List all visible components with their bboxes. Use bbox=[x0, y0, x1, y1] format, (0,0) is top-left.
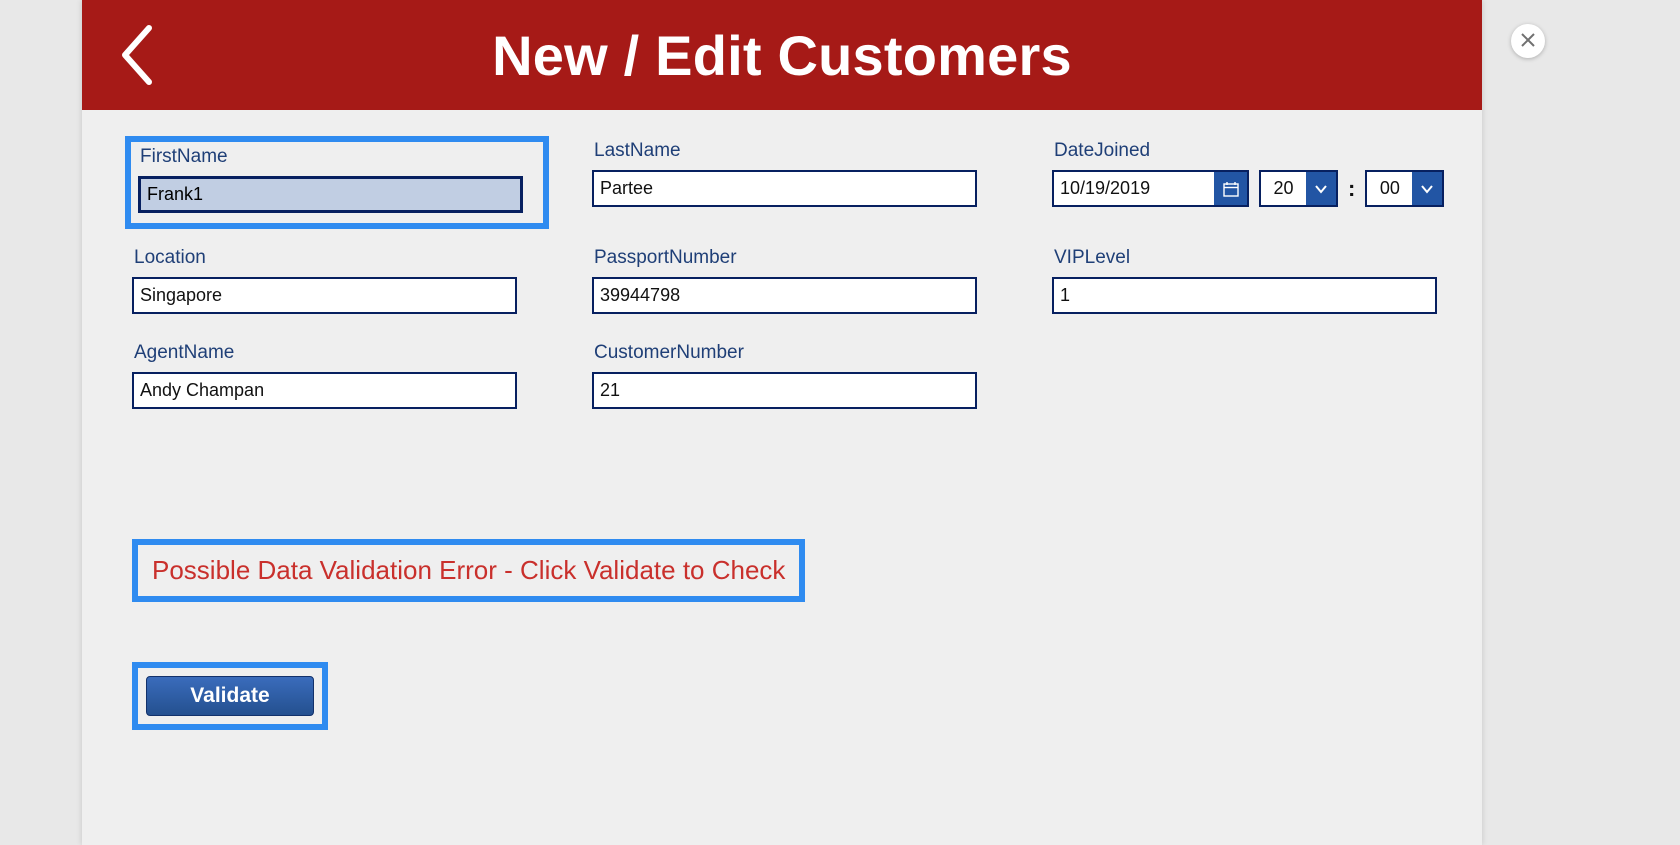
validate-button[interactable]: Validate bbox=[146, 676, 314, 716]
header-bar: New / Edit Customers bbox=[82, 0, 1482, 110]
customernumber-input[interactable] bbox=[592, 372, 977, 409]
lastname-input[interactable] bbox=[592, 170, 977, 207]
viplevel-label: VIPLevel bbox=[1052, 247, 1462, 269]
hour-select[interactable]: 20 bbox=[1259, 170, 1338, 207]
agentname-label: AgentName bbox=[132, 342, 542, 364]
validation-banner: Possible Data Validation Error - Click V… bbox=[132, 539, 805, 602]
agentname-input[interactable] bbox=[132, 372, 517, 409]
passportnumber-label: PassportNumber bbox=[592, 247, 1002, 269]
validation-message: Possible Data Validation Error - Click V… bbox=[152, 555, 785, 585]
location-input[interactable] bbox=[132, 277, 517, 314]
lastname-label: LastName bbox=[592, 140, 1002, 162]
back-button[interactable] bbox=[112, 19, 162, 91]
minute-value: 00 bbox=[1367, 172, 1412, 205]
firstname-highlight: FirstName bbox=[125, 136, 549, 229]
location-label: Location bbox=[132, 247, 542, 269]
passportnumber-input[interactable] bbox=[592, 277, 977, 314]
minute-select[interactable]: 00 bbox=[1365, 170, 1444, 207]
datejoined-date-picker[interactable]: 10/19/2019 bbox=[1052, 170, 1249, 207]
firstname-input[interactable] bbox=[138, 176, 523, 213]
chevron-down-icon bbox=[1412, 172, 1442, 205]
chevron-down-icon bbox=[1306, 172, 1336, 205]
validate-highlight: Validate bbox=[132, 662, 328, 730]
close-icon bbox=[1521, 31, 1535, 52]
time-colon: : bbox=[1348, 176, 1355, 202]
customernumber-label: CustomerNumber bbox=[592, 342, 1002, 364]
calendar-icon bbox=[1214, 172, 1247, 205]
datejoined-label: DateJoined bbox=[1052, 140, 1462, 162]
hour-value: 20 bbox=[1261, 172, 1306, 205]
close-button[interactable] bbox=[1511, 24, 1545, 58]
page-title: New / Edit Customers bbox=[492, 23, 1072, 88]
chevron-left-icon bbox=[117, 24, 157, 86]
form-card: New / Edit Customers FirstName LastName … bbox=[82, 0, 1482, 845]
datejoined-date-value: 10/19/2019 bbox=[1054, 172, 1214, 205]
viplevel-input[interactable] bbox=[1052, 277, 1437, 314]
firstname-label: FirstName bbox=[138, 146, 536, 168]
